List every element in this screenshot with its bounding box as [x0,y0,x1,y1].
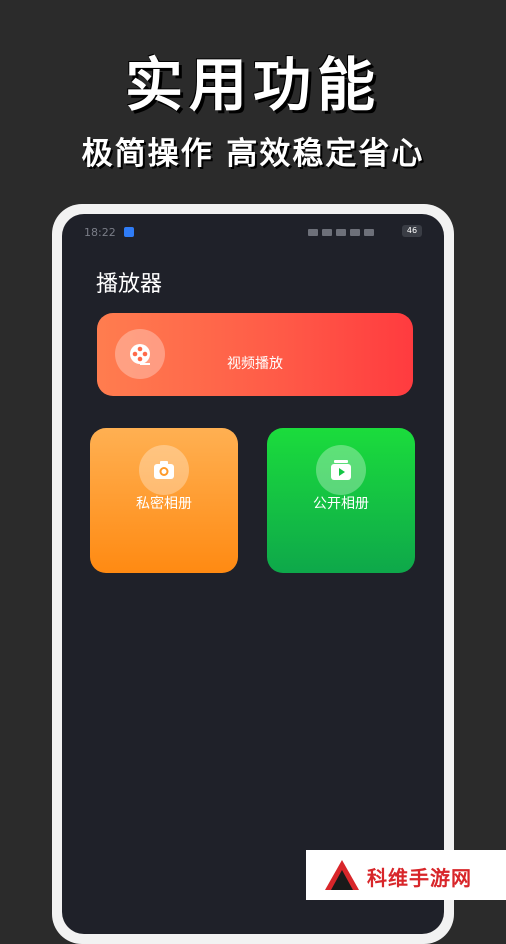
promo-subtitle: 极简操作 高效稳定省心 [81,136,425,172]
signal-icon [336,228,346,236]
signal-wifi-icons [308,227,400,237]
private-album-label: 私密相册 [136,496,192,512]
watermark: 科维手游网 [306,850,506,900]
watermark-logo-icon [325,860,359,890]
camera-icon [139,445,189,495]
public-album-label: 公开相册 [313,496,369,512]
page-title: 播放器 [96,272,163,297]
video-play-label: 视频播放 [227,356,283,372]
video-play-card[interactable]: 视频播放 [97,313,413,396]
promo-title: 实用功能 [124,51,381,119]
watermark-text: 科维手游网 [367,866,472,890]
public-album-card[interactable]: 公开相册 [267,428,415,573]
notification-icon [124,227,134,237]
network-icon [364,228,374,236]
alarm-icon [308,228,318,236]
battery-icon: 46 [402,225,422,237]
play-album-icon [316,445,366,495]
signal-icon [322,228,332,236]
private-album-card[interactable]: 私密相册 [90,428,238,573]
status-time: 18:22 [84,226,116,239]
status-bar: 18:22 46 [62,222,444,242]
wifi-icon [350,228,360,236]
phone-screen: 18:22 46 播放器 视频播放 私密相册 公开相册 [62,214,444,934]
